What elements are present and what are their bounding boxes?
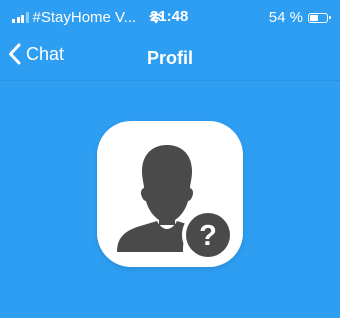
battery-icon [308, 12, 331, 23]
status-right: 54 % [268, 9, 331, 26]
page-title: Profil [146, 48, 193, 68]
navigation-bar: Chat Profil [0, 36, 340, 81]
unknown-person-icon: ? [117, 145, 234, 261]
carrier-name: #StayHome V... [32, 9, 137, 26]
battery-fill [310, 14, 319, 21]
question-mark-icon: ? [199, 220, 217, 252]
status-left: #StayHome V... [12, 9, 164, 26]
signal-strength-icon [12, 12, 29, 23]
battery-percent: 54 % [268, 9, 303, 26]
status-bar: #StayHome V... 21:48 54 % [0, 0, 340, 36]
status-time: 21:48 [150, 8, 189, 25]
profile-avatar[interactable]: ? [97, 121, 243, 267]
